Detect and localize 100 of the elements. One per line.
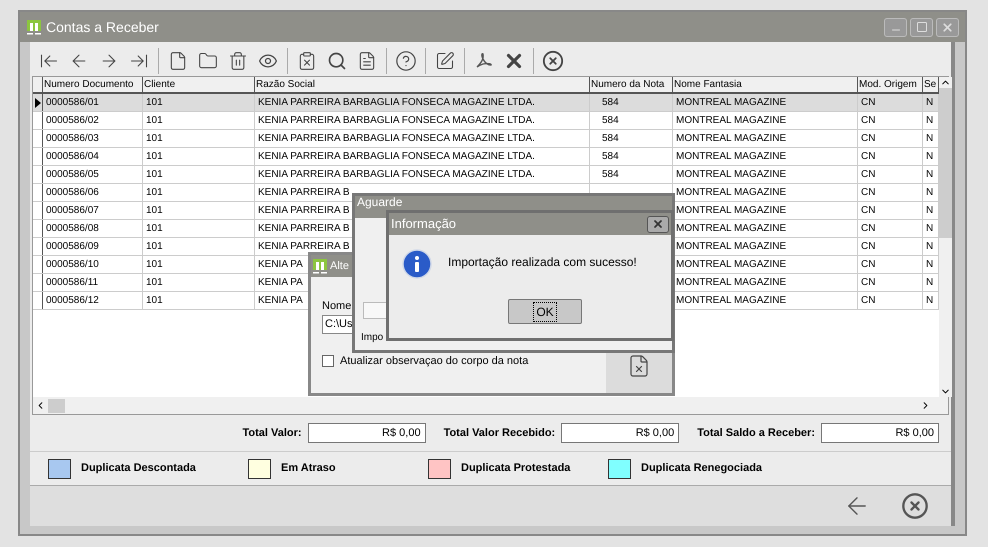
- column-header[interactable]: Numero da Nota: [590, 77, 673, 92]
- column-header[interactable]: Numero Documento: [43, 77, 143, 92]
- table-cell: 101: [146, 97, 163, 108]
- table-cell: CN: [861, 169, 876, 180]
- dialog-title: Aguarde: [357, 196, 402, 209]
- table-cell: 584: [602, 169, 619, 180]
- checkbox[interactable]: [322, 355, 334, 368]
- table-row[interactable]: 0000586/05 101 KENIA PARREIRA BARBAGLIA FONSECA MAGAZINE LTDA. 584 MONTREAL MAGAZINE CN N: [33, 166, 939, 184]
- table-cell: 101: [146, 151, 163, 162]
- table-cell: MONTREAL MAGAZINE: [676, 205, 786, 216]
- table-cell: 101: [146, 259, 163, 270]
- table-cell: 0000586/06: [46, 187, 99, 198]
- vertical-scrollbar[interactable]: [939, 77, 952, 397]
- table-cell: MONTREAL MAGAZINE: [676, 97, 786, 108]
- table-cell: 584: [602, 97, 619, 108]
- table-cell: N: [926, 169, 934, 180]
- table-cell: KENIA PARREIRA B: [258, 205, 350, 216]
- table-cell: KENIA PARREIRA BARBAGLIA FONSECA MAGAZINE LTDA.: [258, 97, 535, 108]
- table-cell: 0000586/02: [46, 115, 99, 126]
- table-cell: CN: [861, 223, 876, 234]
- column-header[interactable]: Razão Social: [255, 77, 590, 92]
- table-cell: N: [926, 97, 934, 108]
- close-button[interactable]: [647, 216, 669, 232]
- table-cell: KENIA PARREIRA BARBAGLIA FONSECA MAGAZINE LTDA.: [258, 169, 535, 180]
- table-cell: 0000586/07: [46, 205, 99, 216]
- row-pointer-icon: [34, 98, 40, 108]
- total-field: R$ 0,00: [821, 423, 939, 443]
- scrollbar-thumb[interactable]: [939, 88, 952, 238]
- table-cell: N: [926, 223, 934, 234]
- table-cell: N: [926, 205, 934, 216]
- table-cell: 0000586/09: [46, 241, 99, 252]
- table-cell: KENIA PARREIRA B: [258, 241, 350, 252]
- table-cell: CN: [861, 241, 876, 252]
- logo-icon: [312, 258, 328, 274]
- total-label: Total Valor Recebido:: [444, 426, 556, 441]
- table-cell: 101: [146, 205, 163, 216]
- close-icon: [941, 20, 954, 34]
- horizontal-scrollbar[interactable]: [33, 397, 948, 414]
- close-icon: [652, 218, 664, 230]
- table-cell: CN: [861, 277, 876, 288]
- table-cell: MONTREAL MAGAZINE: [676, 295, 786, 306]
- table-cell: CN: [861, 115, 876, 126]
- dialog-title: Alte: [330, 258, 349, 274]
- table-cell: 0000586/01: [46, 97, 99, 108]
- table-cell: KENIA PA: [258, 277, 303, 288]
- status-text: Impo: [361, 331, 384, 345]
- table-cell: N: [926, 241, 934, 252]
- table-row[interactable]: 0000586/01 101 KENIA PARREIRA BARBAGLIA FONSECA MAGAZINE LTDA. 584 MONTREAL MAGAZINE CN N: [33, 94, 939, 112]
- scrollbar-thumb[interactable]: [48, 398, 65, 412]
- table-cell: CN: [861, 205, 876, 216]
- checkbox-label: Atualizar observaçao do corpo da nota: [340, 354, 528, 369]
- table-cell: 0000586/10: [46, 259, 99, 270]
- table-cell: N: [926, 277, 934, 288]
- legend-label: Duplicata Protestada: [461, 461, 570, 476]
- table-row[interactable]: 0000586/04 101 KENIA PARREIRA BARBAGLIA FONSECA MAGAZINE LTDA. 584 MONTREAL MAGAZINE CN N: [33, 148, 939, 166]
- dialog-title: Informação: [391, 215, 456, 234]
- table-cell: MONTREAL MAGAZINE: [676, 187, 786, 198]
- table-cell: KENIA PA: [258, 295, 303, 306]
- table-cell: CN: [861, 97, 876, 108]
- table-cell: KENIA PARREIRA BARBAGLIA FONSECA MAGAZINE LTDA.: [258, 151, 535, 162]
- maximize-icon: [916, 21, 928, 33]
- column-header[interactable]: Cliente: [143, 77, 255, 92]
- table-cell: MONTREAL MAGAZINE: [676, 169, 786, 180]
- table-cell: MONTREAL MAGAZINE: [676, 115, 786, 126]
- column-header[interactable]: Nome Fantasia: [673, 77, 858, 92]
- table-cell: 101: [146, 133, 163, 144]
- table-cell: 0000586/11: [46, 277, 98, 288]
- table-cell: KENIA PARREIRA BARBAGLIA FONSECA MAGAZINE LTDA.: [258, 115, 535, 126]
- ok-button[interactable]: OK: [508, 299, 582, 324]
- table-cell: 101: [146, 295, 163, 306]
- table-cell: 101: [146, 187, 163, 198]
- total-label: Total Valor:: [242, 426, 302, 441]
- info-icon: [402, 249, 432, 279]
- table-row[interactable]: 0000586/02 101 KENIA PARREIRA BARBAGLIA FONSECA MAGAZINE LTDA. 584 MONTREAL MAGAZINE CN N: [33, 112, 939, 130]
- column-header[interactable]: Mod. Origem: [858, 77, 923, 92]
- table-cell: MONTREAL MAGAZINE: [676, 223, 786, 234]
- table-cell: N: [926, 151, 934, 162]
- table-cell: 0000586/05: [46, 169, 99, 180]
- table-cell: 101: [146, 223, 163, 234]
- legend-label: Duplicata Renegociada: [641, 461, 762, 476]
- table-cell: 584: [602, 133, 619, 144]
- table-cell: N: [926, 259, 934, 270]
- close-circle-button[interactable]: [901, 492, 929, 520]
- table-cell: 0000586/08: [46, 223, 99, 234]
- table-cell: 101: [146, 169, 163, 180]
- table-cell: CN: [861, 295, 876, 306]
- table-cell: KENIA PA: [258, 259, 303, 270]
- total-field: R$ 0,00: [561, 423, 680, 443]
- table-cell: MONTREAL MAGAZINE: [676, 259, 786, 270]
- table-cell: CN: [861, 133, 876, 144]
- legend-label: Duplicata Descontada: [81, 461, 196, 476]
- table-row[interactable]: 0000586/03 101 KENIA PARREIRA BARBAGLIA FONSECA MAGAZINE LTDA. 584 MONTREAL MAGAZINE CN N: [33, 130, 939, 148]
- table-cell: N: [926, 295, 934, 306]
- window-title: Contas a Receber: [46, 18, 159, 36]
- table-cell: 584: [602, 151, 619, 162]
- table-cell: 0000586/04: [46, 151, 99, 162]
- table-cell: 0000586/03: [46, 133, 99, 144]
- table-cell: 101: [146, 115, 163, 126]
- table-cell: 101: [146, 241, 163, 252]
- file-label: Nome: [322, 299, 352, 314]
